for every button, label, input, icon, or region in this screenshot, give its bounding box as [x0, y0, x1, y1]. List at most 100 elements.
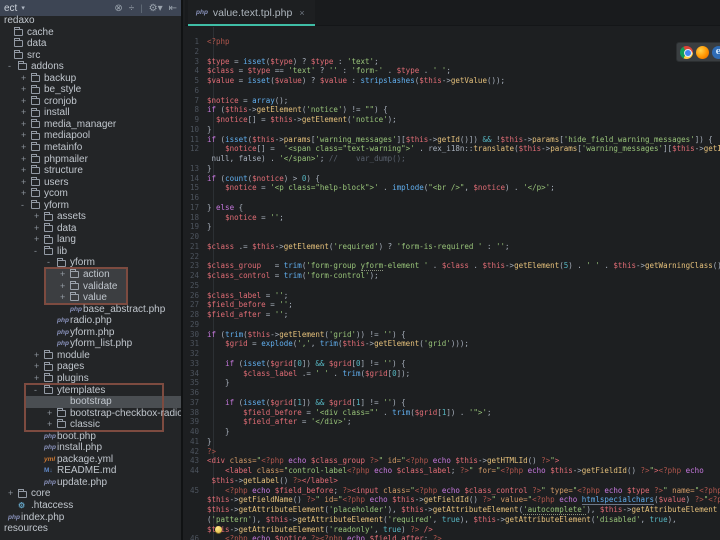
code-area[interactable]: 1<?php23$type = isset($type) ? $type : '… [185, 37, 720, 540]
tree-item-backup[interactable]: +backup [0, 73, 181, 85]
tree-item-ycom[interactable]: +ycom [0, 188, 181, 200]
tree-item-users[interactable]: +users [0, 177, 181, 189]
expand-icon[interactable]: + [34, 361, 44, 373]
intention-bulb-icon[interactable] [215, 526, 222, 533]
php-file-icon: php [196, 9, 208, 16]
tree-item-yform[interactable]: - yform [0, 200, 181, 212]
expand-icon[interactable]: + [21, 96, 31, 108]
tree-item-boot.php[interactable]: phpboot.php [0, 431, 181, 443]
tree-item-label: yform.php [70, 327, 114, 339]
tree-item-yform[interactable]: -yform [0, 257, 181, 269]
tree-item-README.md[interactable]: M↓README.md [0, 465, 181, 477]
code-line: 23$class_group = trim('form-group yform-… [185, 261, 720, 271]
tree-item-redaxo[interactable]: redaxo [0, 15, 181, 27]
line-number: 12 [185, 144, 207, 154]
tree-item-src[interactable]: src [0, 50, 181, 62]
tree-item-.htaccess[interactable]: ⚙.htaccess [0, 500, 181, 512]
tree-item-label: src [27, 50, 40, 62]
tree-item-lang[interactable]: +lang [0, 234, 181, 246]
project-tree[interactable]: redaxocachedatasrc-addons+backup+be_styl… [0, 15, 181, 540]
code-line: 9 $notice[] = $this->getElement('notice'… [185, 115, 720, 125]
code-text: $field_after = ''; [207, 310, 720, 320]
line-number: 35 [185, 378, 207, 388]
expand-icon[interactable]: + [21, 119, 31, 131]
tree-item-core[interactable]: +core [0, 488, 181, 500]
tree-item-update.php[interactable]: phpupdate.php [0, 477, 181, 489]
tree-item-cache[interactable]: cache [0, 27, 181, 39]
expand-icon[interactable]: + [34, 211, 44, 223]
tree-item-label: structure [44, 165, 83, 177]
collapse-icon[interactable]: - [34, 246, 44, 258]
tree-item-install.php[interactable]: phpinstall.php [0, 442, 181, 454]
expand-icon[interactable]: + [34, 350, 44, 362]
tree-item-label: data [57, 223, 76, 235]
tree-item-phpmailer[interactable]: +phpmailer [0, 154, 181, 166]
tree-item-resources[interactable]: resources [0, 523, 181, 535]
tree-item-action[interactable]: +action [0, 269, 181, 281]
tree-item-base_abstract.php[interactable]: phpbase_abstract.php [0, 304, 181, 316]
tree-item-be_style[interactable]: +be_style [0, 84, 181, 96]
editor[interactable]: php value.text.tpl.php × e 1<?php23$type… [185, 0, 720, 540]
code-line: 11if (isset($this->params['warning_messa… [185, 135, 720, 145]
code-line: 26$class_label = ''; [185, 291, 720, 301]
expand-icon[interactable]: + [8, 488, 18, 500]
tree-item-assets[interactable]: +assets [0, 211, 181, 223]
tree-item-label: pages [57, 361, 84, 373]
tree-item-pages[interactable]: + pages [0, 361, 181, 373]
expand-icon[interactable]: + [21, 107, 31, 119]
tab-value-text-tpl-php[interactable]: php value.text.tpl.php × [188, 0, 315, 25]
tree-item-data[interactable]: data [0, 38, 181, 50]
tree-item-yform_list.php[interactable]: phpyform_list.php [0, 338, 181, 350]
ie-icon[interactable]: e [712, 46, 720, 59]
expand-icon[interactable]: + [21, 177, 31, 189]
line-number [185, 505, 207, 515]
php-file-icon: php [44, 477, 57, 489]
expand-icon[interactable]: + [21, 73, 31, 85]
tree-item-data[interactable]: + data [0, 223, 181, 235]
tree-item-label: data [27, 38, 46, 50]
expand-icon[interactable]: + [21, 165, 31, 177]
tree-item-media_manager[interactable]: +media_manager [0, 119, 181, 131]
tree-item-cronjob[interactable]: +cronjob [0, 96, 181, 108]
tree-item-label: install [44, 107, 70, 119]
tree-item-module[interactable]: +module [0, 350, 181, 362]
line-number: 32 [185, 349, 207, 359]
code-text: $class = $type == 'text' ? '' : 'form-' … [207, 66, 720, 76]
tree-item-validate[interactable]: +validate [0, 281, 181, 293]
gear-icon[interactable]: ⚙▾ [149, 3, 163, 14]
collapse-all-icon[interactable]: ÷ [129, 3, 135, 14]
code-text: <?php [207, 37, 720, 47]
tree-item-mediapool[interactable]: +mediapool [0, 130, 181, 142]
tree-item-label: install.php [57, 442, 102, 454]
tree-item-install[interactable]: + install [0, 107, 181, 119]
project-panel-title[interactable]: ect ▾ [4, 3, 25, 14]
tree-item-metainfo[interactable]: +metainfo [0, 142, 181, 154]
expand-icon[interactable]: + [21, 142, 31, 154]
tree-item-label: yform [44, 200, 69, 212]
tree-item-index.php[interactable]: phpindex.php [0, 512, 181, 524]
close-tool-window-icon[interactable]: ⊗ [114, 3, 122, 14]
tree-item-structure[interactable]: + structure [0, 165, 181, 177]
line-number: 2 [185, 47, 207, 57]
expand-icon[interactable]: + [34, 223, 44, 235]
expand-icon[interactable]: + [21, 130, 31, 142]
tree-item-radio.php[interactable]: phpradio.php [0, 315, 181, 327]
hide-panel-icon[interactable]: ⇤ [169, 3, 177, 14]
collapse-icon[interactable]: - [8, 61, 18, 73]
tree-item-package.yml[interactable]: ymlpackage.yml [0, 454, 181, 466]
chrome-icon[interactable] [680, 46, 693, 59]
code-text: $this->getAttributeElement('placeholder'… [207, 505, 720, 515]
tree-item-yform.php[interactable]: phpyform.php [0, 327, 181, 339]
expand-icon[interactable]: + [21, 84, 31, 96]
collapse-icon[interactable]: - [21, 200, 31, 212]
line-number: 30 [185, 330, 207, 340]
tree-item-addons[interactable]: -addons [0, 61, 181, 73]
close-tab-icon[interactable]: × [299, 8, 304, 18]
code-text: $notice[] = '<span class="text-warning">… [207, 144, 720, 154]
expand-icon[interactable]: + [21, 188, 31, 200]
expand-icon[interactable]: + [34, 234, 44, 246]
tree-item-value[interactable]: +value [0, 292, 181, 304]
expand-icon[interactable]: + [21, 154, 31, 166]
firefox-icon[interactable] [696, 46, 709, 59]
tree-item-lib[interactable]: -lib [0, 246, 181, 258]
